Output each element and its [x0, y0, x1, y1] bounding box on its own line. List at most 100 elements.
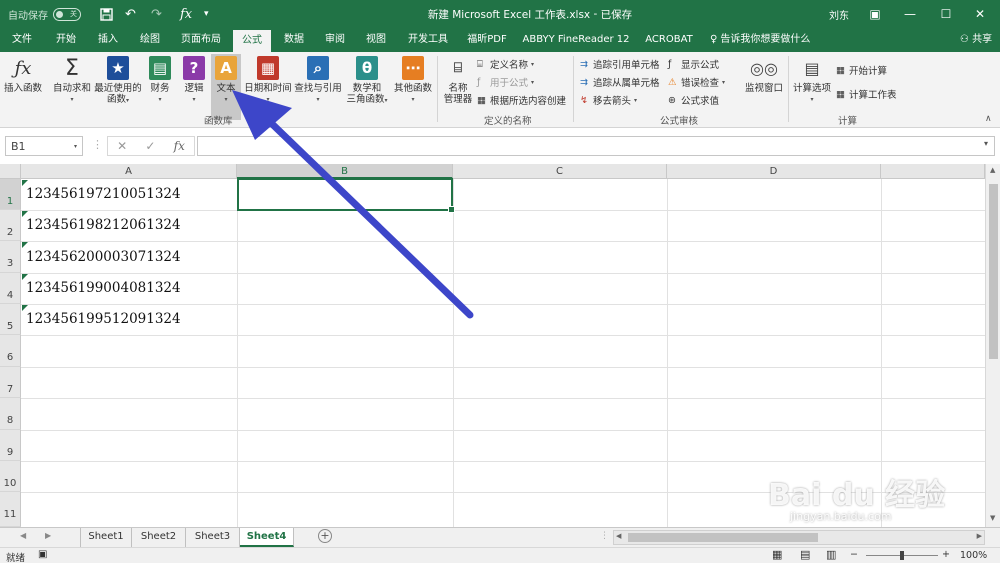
- tab-home[interactable]: 开始: [48, 28, 84, 52]
- row-header-4[interactable]: 4: [0, 273, 21, 304]
- minimize-icon[interactable]: —: [895, 0, 925, 28]
- prev-sheet-icon[interactable]: ◀: [20, 531, 26, 540]
- redo-button[interactable]: ↷: [151, 0, 162, 28]
- row-header-8[interactable]: 8: [0, 398, 21, 430]
- insert-function-icon[interactable]: fx: [174, 139, 185, 153]
- row-header-2[interactable]: 2: [0, 210, 21, 241]
- user-name[interactable]: 刘东: [829, 0, 849, 28]
- row-header-5[interactable]: 5: [0, 304, 21, 335]
- text-button[interactable]: A 文本 ▾: [211, 54, 241, 120]
- formula-input[interactable]: [197, 136, 995, 156]
- evaluate-formula-button[interactable]: ⊛ 公式求值: [668, 92, 719, 108]
- tab-data[interactable]: 数据: [276, 28, 312, 52]
- name-manager-button[interactable]: ⌸ 名称 管理器: [440, 56, 476, 120]
- add-sheet-icon[interactable]: +: [318, 529, 332, 543]
- math-trig-button[interactable]: θ 数学和 三角函数▾: [345, 56, 389, 120]
- cancel-icon[interactable]: ✕: [117, 139, 127, 153]
- row-header-7[interactable]: 7: [0, 367, 21, 398]
- calculate-sheet-button[interactable]: ▦ 计算工作表: [836, 86, 897, 102]
- cell-a2[interactable]: 123456198212061324: [22, 210, 181, 241]
- tab-view[interactable]: 视图: [358, 28, 394, 52]
- normal-view-icon[interactable]: ▦: [772, 548, 782, 561]
- tab-acrobat[interactable]: ACROBAT: [640, 28, 698, 52]
- tab-abbyy[interactable]: ABBYY FineReader 12: [522, 28, 630, 52]
- error-checking-button[interactable]: ⚠ 错误检查 ▾: [668, 74, 725, 90]
- date-time-button[interactable]: ▦ 日期和时间 ▾: [244, 56, 292, 120]
- show-formulas-button[interactable]: ƒ 显示公式: [668, 56, 719, 72]
- scroll-down-icon[interactable]: ▼: [990, 514, 995, 522]
- sheet-tab-sheet2[interactable]: Sheet2: [132, 528, 186, 547]
- tab-foxit-pdf[interactable]: 福昕PDF: [460, 28, 514, 52]
- cell-a4[interactable]: 123456199004081324: [22, 273, 181, 304]
- use-in-formula-button[interactable]: ƒ 用于公式 ▾: [477, 74, 534, 90]
- sheet-tab-sheet3[interactable]: Sheet3: [186, 528, 240, 547]
- define-name-button[interactable]: ⌸ 定义名称 ▾: [477, 56, 534, 72]
- tab-insert[interactable]: 插入: [90, 28, 126, 52]
- tab-splitter-icon[interactable]: ⋮: [600, 531, 609, 541]
- sheet-tab-sheet4[interactable]: Sheet4: [240, 528, 294, 547]
- scroll-right-icon[interactable]: ▶: [977, 532, 982, 540]
- column-header-d[interactable]: D: [667, 164, 881, 179]
- chevron-down-icon[interactable]: ▾: [74, 143, 77, 150]
- tab-formulas[interactable]: 公式: [233, 30, 271, 52]
- select-all-corner[interactable]: [0, 164, 21, 179]
- page-layout-view-icon[interactable]: ▤: [800, 548, 810, 561]
- undo-button[interactable]: ↶: [125, 0, 136, 28]
- share-button[interactable]: ⚇ 共享: [955, 28, 997, 52]
- horizontal-scroll-thumb[interactable]: [628, 533, 818, 542]
- create-from-selection-button[interactable]: ▦ 根据所选内容创建: [477, 92, 566, 108]
- confirm-icon[interactable]: ✓: [145, 139, 155, 153]
- scroll-up-icon[interactable]: ▲: [990, 166, 995, 174]
- insert-function-button[interactable]: ƒx 插入函数: [2, 56, 44, 120]
- tab-page-layout[interactable]: 页面布局: [174, 28, 228, 52]
- column-header-c[interactable]: C: [453, 164, 667, 179]
- autosave-toggle[interactable]: 自动保存 关: [8, 0, 81, 28]
- zoom-level[interactable]: 100%: [960, 550, 987, 561]
- page-break-view-icon[interactable]: ▥: [826, 548, 836, 561]
- cell-a5[interactable]: 123456199512091324: [22, 304, 181, 335]
- tab-file[interactable]: 文件: [4, 28, 40, 52]
- row-header-10[interactable]: 10: [0, 461, 21, 492]
- zoom-out-icon[interactable]: −: [850, 549, 858, 560]
- tell-me-box[interactable]: ♀ 告诉我你想要做什么: [710, 28, 814, 52]
- more-functions-button[interactable]: ⋯ 其他函数 ▾: [390, 56, 436, 120]
- customize-qa-icon[interactable]: ▾: [204, 0, 209, 28]
- sheet-tab-sheet1[interactable]: Sheet1: [80, 528, 132, 547]
- cell-a1[interactable]: 123456197210051324: [22, 179, 181, 210]
- macro-record-icon[interactable]: ▣: [38, 549, 47, 560]
- autosum-button[interactable]: Σ 自动求和 ▾: [50, 56, 94, 120]
- row-header-6[interactable]: 6: [0, 335, 21, 367]
- column-header-b[interactable]: B: [237, 164, 453, 179]
- lookup-reference-button[interactable]: ⌕ 查找与引用 ▾: [293, 56, 343, 120]
- horizontal-scrollbar[interactable]: ◀ ▶: [613, 530, 985, 545]
- tab-developer[interactable]: 开发工具: [400, 28, 456, 52]
- formula-bar-splitter[interactable]: ⋮: [92, 138, 103, 151]
- column-header-a[interactable]: A: [21, 164, 237, 179]
- zoom-slider-thumb[interactable]: [900, 551, 904, 560]
- zoom-in-icon[interactable]: +: [942, 549, 950, 560]
- row-header-3[interactable]: 3: [0, 241, 21, 273]
- save-icon[interactable]: [100, 0, 113, 28]
- trace-precedents-button[interactable]: ⇉ 追踪引用单元格: [580, 56, 660, 72]
- vertical-scrollbar[interactable]: ▲ ▼: [985, 164, 1000, 527]
- autosave-switch[interactable]: 关: [53, 7, 81, 21]
- collapse-ribbon-icon[interactable]: ∧: [985, 114, 992, 124]
- row-header-9[interactable]: 9: [0, 430, 21, 461]
- row-header-11[interactable]: 11: [0, 492, 21, 527]
- watch-window-button[interactable]: ◎◎ 监视窗口: [742, 56, 786, 120]
- remove-arrows-button[interactable]: ↯ 移去箭头 ▾: [580, 92, 637, 108]
- financial-button[interactable]: ▤ 财务 ▾: [146, 56, 174, 120]
- name-box[interactable]: B1 ▾: [5, 136, 83, 156]
- trace-dependents-button[interactable]: ⇉ 追踪从属单元格: [580, 74, 660, 90]
- insert-function-qa[interactable]: fx: [180, 0, 192, 28]
- calculate-now-button[interactable]: ▦ 开始计算: [836, 62, 887, 78]
- cell-a3[interactable]: 123456200003071324: [22, 242, 181, 273]
- logical-button[interactable]: ? 逻辑 ▾: [180, 56, 208, 120]
- tab-draw[interactable]: 绘图: [132, 28, 168, 52]
- scroll-left-icon[interactable]: ◀: [616, 532, 621, 540]
- active-cell-b1[interactable]: [237, 178, 455, 213]
- calculation-options-button[interactable]: ▤ 计算选项 ▾: [791, 56, 833, 120]
- maximize-icon[interactable]: ☐: [931, 0, 961, 28]
- next-sheet-icon[interactable]: ▶: [45, 531, 51, 540]
- tab-review[interactable]: 审阅: [317, 28, 353, 52]
